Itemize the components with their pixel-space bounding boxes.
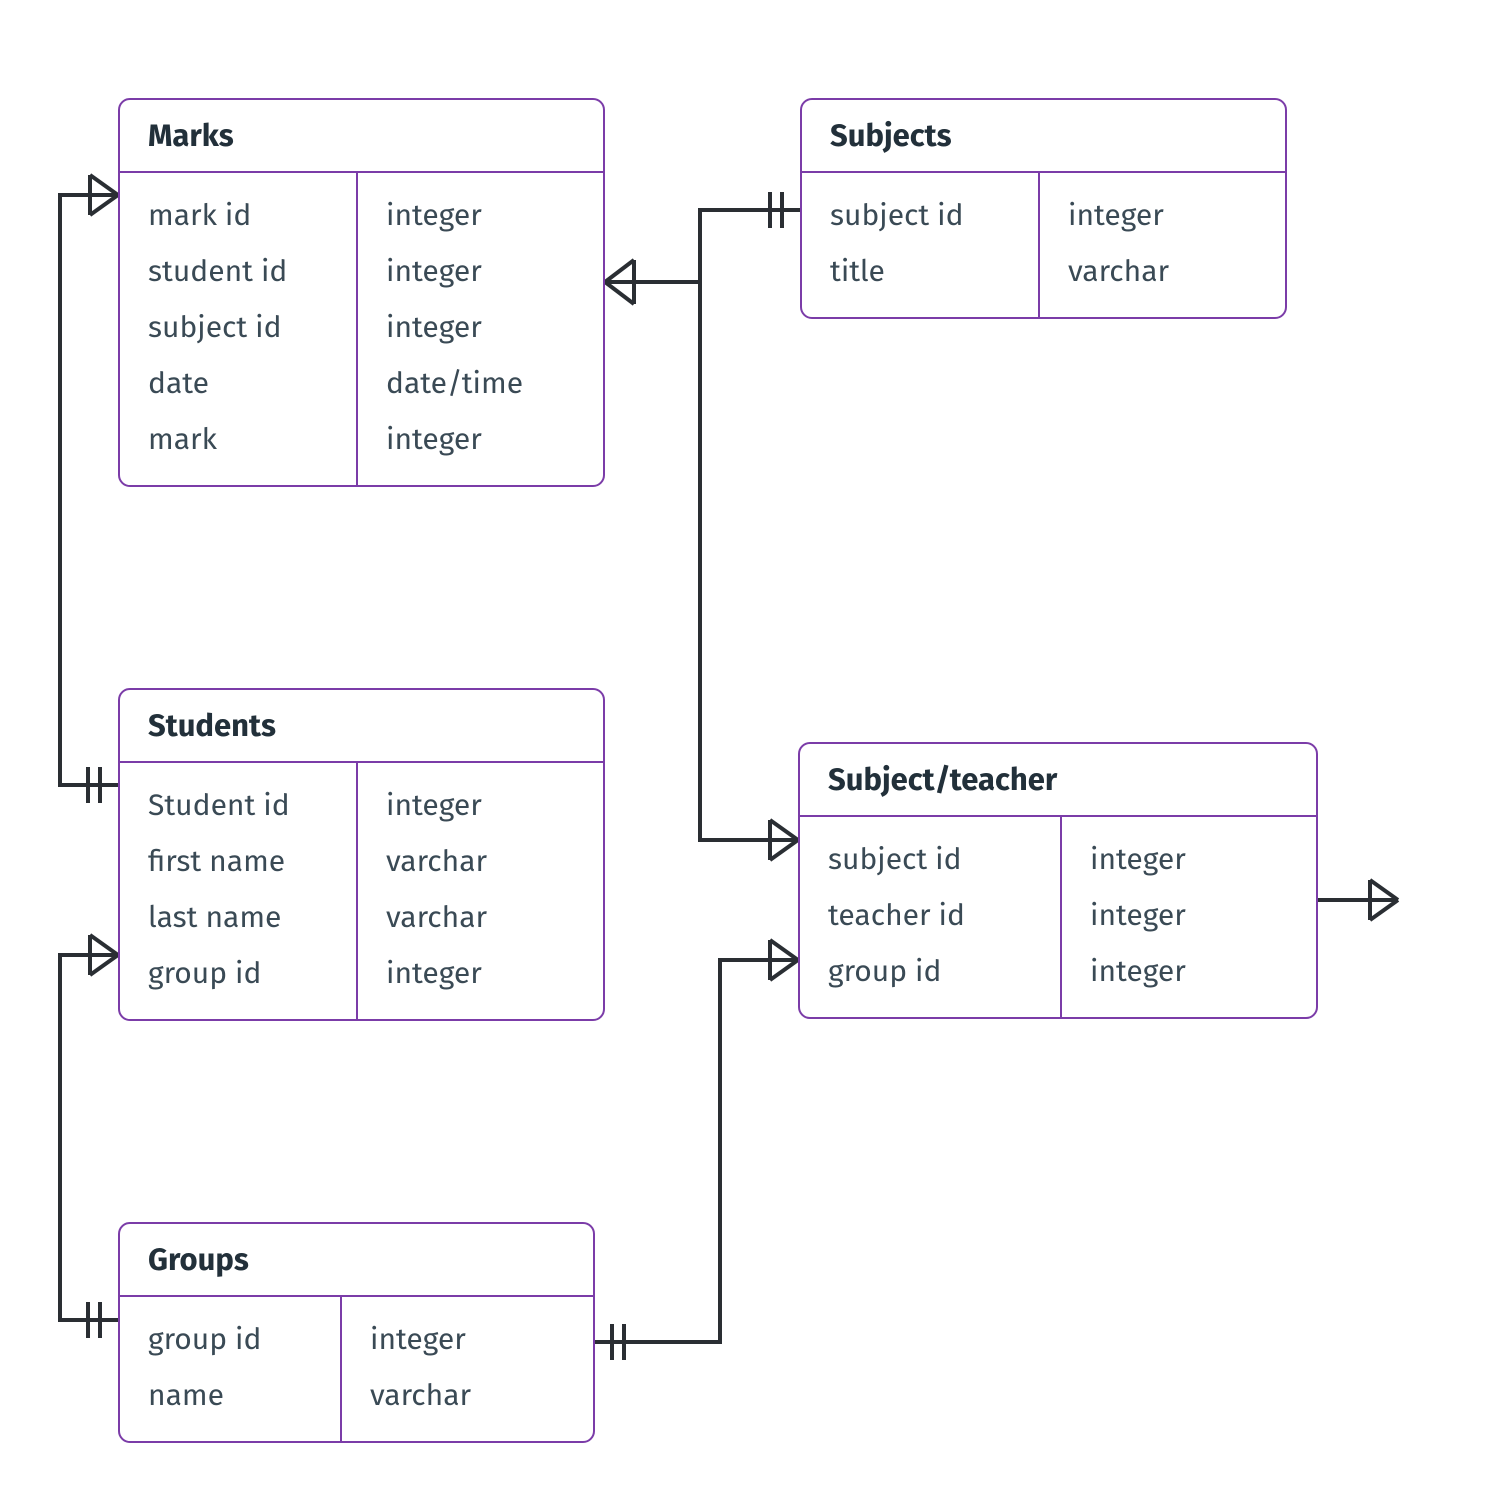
field-type: varchar (342, 1367, 593, 1423)
entity-title: Subjects (802, 100, 1285, 173)
field-type: integer (1040, 187, 1285, 243)
field-type: integer (358, 945, 603, 1001)
field-type: date/time (358, 355, 603, 411)
entity-title: Groups (120, 1224, 593, 1297)
entity-title: Marks (120, 100, 603, 173)
entity-marks: Marks mark id student id subject id date… (118, 98, 605, 487)
field-name: teacher id (800, 887, 1060, 943)
field-name: first name (120, 833, 356, 889)
field-name: title (802, 243, 1038, 299)
field-type: integer (1062, 831, 1316, 887)
entity-title: Subject/teacher (800, 744, 1316, 817)
field-type: integer (358, 243, 603, 299)
field-type: integer (358, 187, 603, 243)
field-name: mark id (120, 187, 356, 243)
field-name: subject id (120, 299, 356, 355)
field-name: group id (120, 945, 356, 1001)
field-type: varchar (358, 889, 603, 945)
field-name: last name (120, 889, 356, 945)
field-name: name (120, 1367, 340, 1423)
entity-subjects: Subjects subject id title integer varcha… (800, 98, 1287, 319)
field-type: integer (358, 411, 603, 467)
field-name: subject id (800, 831, 1060, 887)
field-name: group id (800, 943, 1060, 999)
field-type: integer (342, 1311, 593, 1367)
field-name: mark (120, 411, 356, 467)
field-name: subject id (802, 187, 1038, 243)
field-type: varchar (358, 833, 603, 889)
entity-subject-teacher: Subject/teacher subject id teacher id gr… (798, 742, 1318, 1019)
field-type: integer (358, 299, 603, 355)
entity-students: Students Student id first name last name… (118, 688, 605, 1021)
field-type: integer (358, 777, 603, 833)
field-name: student id (120, 243, 356, 299)
entity-groups: Groups group id name integer varchar (118, 1222, 595, 1443)
field-name: group id (120, 1311, 340, 1367)
field-type: integer (1062, 887, 1316, 943)
field-name: Student id (120, 777, 356, 833)
field-name: date (120, 355, 356, 411)
entity-title: Students (120, 690, 603, 763)
field-type: integer (1062, 943, 1316, 999)
field-type: varchar (1040, 243, 1285, 299)
